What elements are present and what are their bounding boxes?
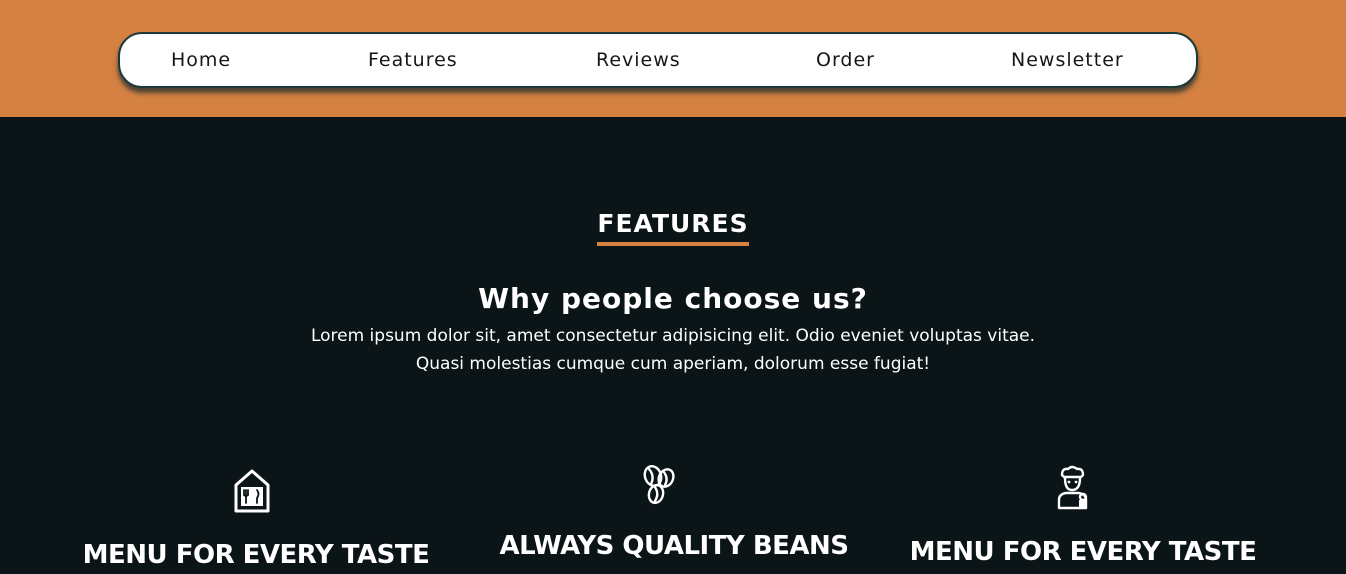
section-description: Lorem ipsum dolor sit, amet consectetur … [0,322,1346,378]
feature-title: MENU FOR EVERY TASTE [909,537,1257,567]
nav-link-features[interactable]: Features [368,34,458,86]
nav-link-home[interactable]: Home [171,34,231,86]
restaurant-house-icon [234,469,270,513]
main-navigation: Home Features Reviews Order Newsletter [118,32,1198,88]
coffee-beans-icon [643,465,675,505]
section-subheading: Why people choose us? [478,282,868,315]
section-heading: FEATURES [597,208,749,246]
nav-link-reviews[interactable]: Reviews [596,34,681,86]
section-heading-wrap: FEATURES [0,208,1346,246]
nav-link-order[interactable]: Order [816,34,875,86]
nav-link-newsletter[interactable]: Newsletter [1011,34,1124,86]
feature-title: MENU FOR EVERY TASTE [82,540,430,570]
chef-icon [1057,465,1088,510]
feature-title: ALWAYS QUALITY BEANS [499,531,850,561]
section-description-line-1: Lorem ipsum dolor sit, amet consectetur … [310,326,1036,346]
section-description-line-2: Quasi molestias cumque cum aperiam, dolo… [415,354,931,374]
